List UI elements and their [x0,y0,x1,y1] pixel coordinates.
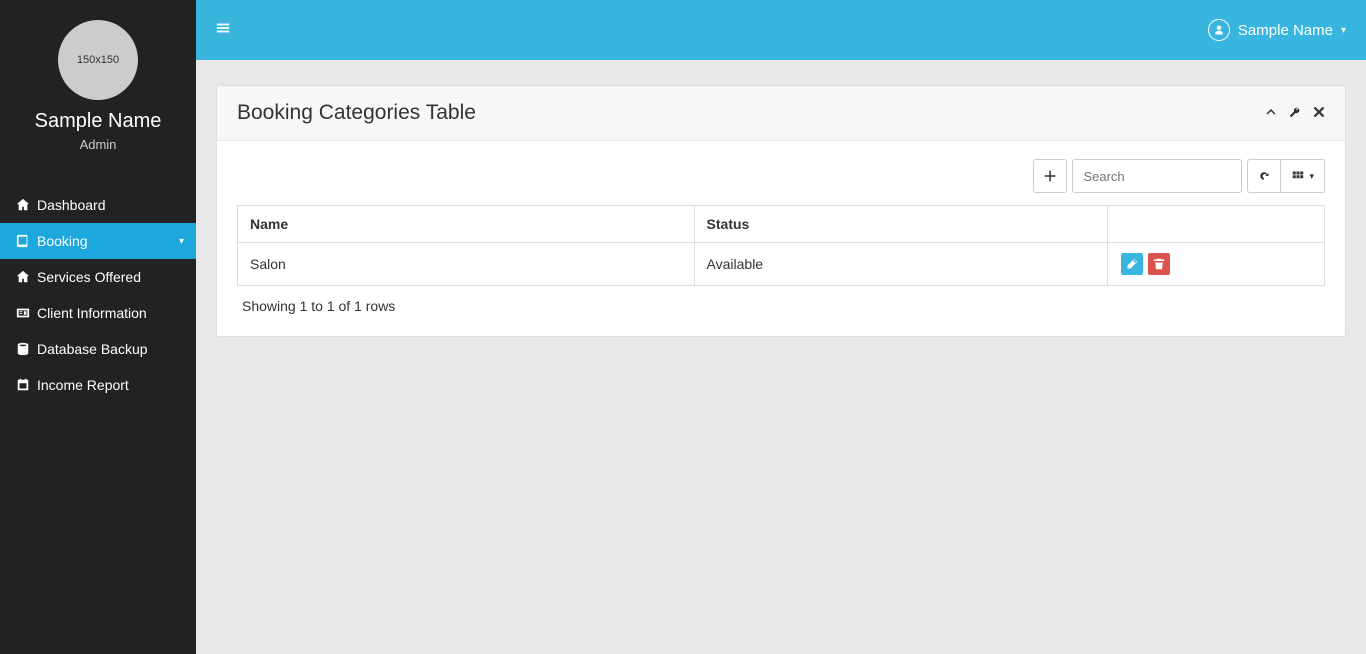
panel-title: Booking Categories Table [237,101,476,125]
table-view-group: ▾ [1247,159,1325,193]
plus-icon [1044,170,1056,182]
sidebar-item-dashboard[interactable]: Dashboard [0,187,196,223]
panel-booking-categories: Booking Categories Table [216,85,1346,337]
sidebar-nav: Dashboard Booking ▾ Services Offered [0,187,196,403]
add-button[interactable] [1033,159,1067,193]
avatar-placeholder-text: 150x150 [77,54,119,66]
refresh-icon [1258,170,1270,182]
sidebar-item-label: Client Information [37,305,147,321]
sidebar-item-label: Booking [37,233,88,249]
sidebar-item-label: Database Backup [37,341,148,357]
cell-name: Salon [238,243,695,286]
columns-button[interactable]: ▾ [1281,159,1325,193]
sidebar-item-label: Services Offered [37,269,141,285]
user-icon [1208,19,1230,41]
sidebar-item-label: Income Report [37,377,129,393]
panel-tools [1265,105,1325,121]
pencil-icon [1126,258,1138,270]
refresh-button[interactable] [1247,159,1281,193]
col-name[interactable]: Name [238,206,695,243]
booking-categories-table: Name Status Salon Available [237,205,1325,286]
sidebar-user-role: Admin [10,137,186,152]
home-icon [15,270,31,284]
sidebar: 150x150 Sample Name Admin Dashboard Book… [0,0,196,654]
home-icon [15,198,31,212]
cell-status: Available [694,243,1107,286]
sidebar-item-database-backup[interactable]: Database Backup [0,331,196,367]
col-actions [1107,206,1324,243]
topbar-user-menu[interactable]: Sample Name ▾ [1208,19,1346,41]
panel-header: Booking Categories Table [217,86,1345,141]
wrench-icon[interactable] [1289,105,1301,121]
table-header-row: Name Status [238,206,1325,243]
sidebar-item-booking[interactable]: Booking ▾ [0,223,196,259]
main: Sample Name ▾ Booking Categories Table [196,0,1366,654]
sidebar-item-label: Dashboard [37,197,106,213]
trash-icon [1153,258,1165,270]
chevron-down-icon: ▾ [1341,25,1346,36]
table-row: Salon Available [238,243,1325,286]
menu-toggle-icon[interactable] [216,21,230,40]
table-footer: Showing 1 to 1 of 1 rows [237,286,1325,318]
book-icon [15,234,31,248]
collapse-icon[interactable] [1265,105,1277,121]
sidebar-item-income-report[interactable]: Income Report [0,367,196,403]
edit-button[interactable] [1121,253,1143,275]
grid-icon [1291,170,1305,182]
table-toolbar: ▾ [237,159,1325,193]
topbar-user-name: Sample Name [1238,22,1333,39]
calendar-icon [15,378,31,392]
user-panel: 150x150 Sample Name Admin [0,0,196,167]
sidebar-item-client-information[interactable]: Client Information [0,295,196,331]
id-card-icon [15,306,31,320]
topbar: Sample Name ▾ [196,0,1366,60]
caret-down-icon: ▾ [1309,171,1314,182]
close-icon[interactable] [1313,105,1325,121]
col-status[interactable]: Status [694,206,1107,243]
sidebar-item-services-offered[interactable]: Services Offered [0,259,196,295]
chevron-down-icon: ▾ [179,236,184,247]
content: Booking Categories Table [196,60,1366,654]
cell-actions [1107,243,1324,286]
panel-body: ▾ Name Status Salon [217,141,1345,336]
delete-button[interactable] [1148,253,1170,275]
database-icon [15,342,31,356]
avatar: 150x150 [58,20,138,100]
search-input[interactable] [1072,159,1242,193]
sidebar-user-name: Sample Name [10,110,186,133]
